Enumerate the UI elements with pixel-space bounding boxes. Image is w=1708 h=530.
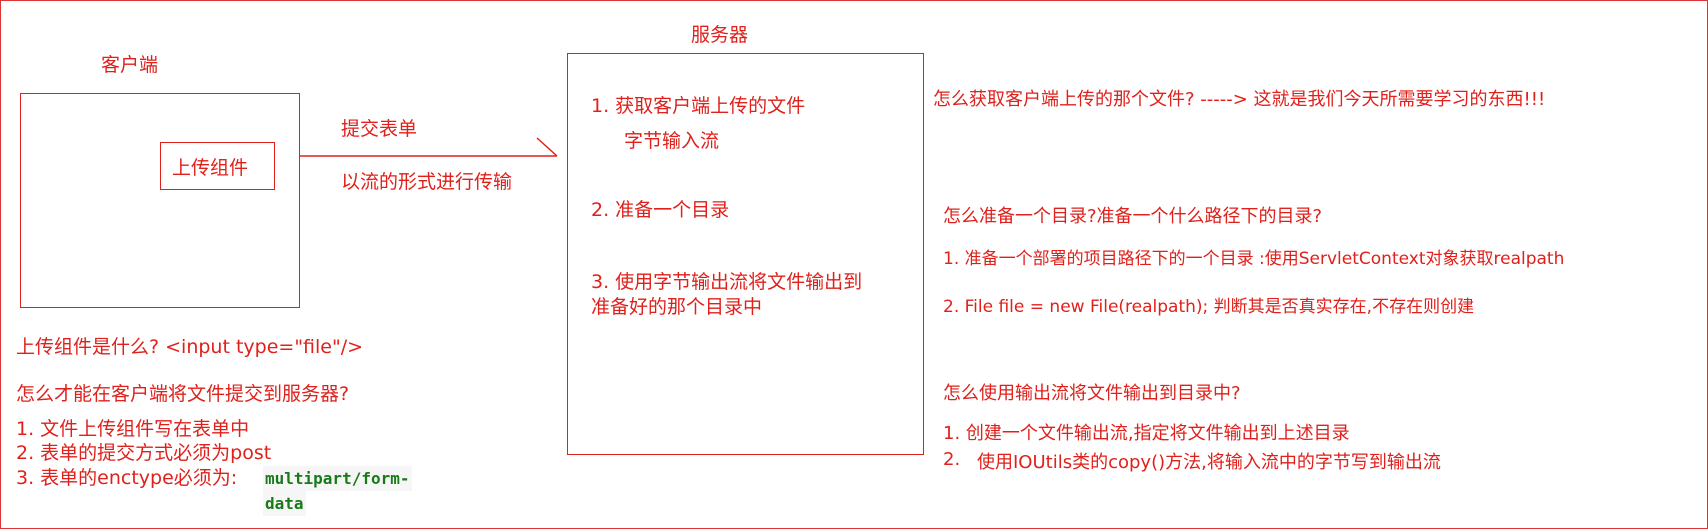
output-step-2-number: 2. xyxy=(943,449,961,470)
server-step3-line2: 准备好的那个目录中 xyxy=(591,296,763,318)
arrow-label-submit: 提交表单 xyxy=(341,118,418,140)
client-step-3: 3. 表单的enctype必须为: xyxy=(16,467,238,489)
output-step-2-text: 使用IOUtils类的copy()方法,将输入流中的字节写到输出流 xyxy=(977,452,1441,473)
client-step-2: 2. 表单的提交方式必须为post xyxy=(16,442,272,464)
server-step1-line1: 1. 获取客户端上传的文件 xyxy=(591,95,806,117)
server-title: 服务器 xyxy=(691,24,749,46)
enctype-code-line2: data xyxy=(263,491,306,516)
prepare-step-1: 1. 准备一个部署的项目路径下的一个目录 :使用ServletContext对象… xyxy=(943,249,1565,269)
arrow-head xyxy=(536,137,558,157)
enctype-code-line1: multipart/form- xyxy=(263,466,412,491)
how-output-question: 怎么使用输出流将文件输出到目录中? xyxy=(943,383,1241,404)
server-step1-line2: 字节输入流 xyxy=(624,130,720,152)
what-is-upload-question: 上传组件是什么? <input type="file"/> xyxy=(16,336,364,358)
how-get-file-note: 怎么获取客户端上传的那个文件? -----> 这就是我们今天所需要学习的东西!!… xyxy=(933,89,1546,110)
client-step-1: 1. 文件上传组件写在表单中 xyxy=(16,418,250,440)
how-prepare-dir-question: 怎么准备一个目录?准备一个什么路径下的目录? xyxy=(943,206,1323,227)
prepare-step-2: 2. File file = new File(realpath); 判断其是否… xyxy=(943,297,1475,317)
how-submit-question: 怎么才能在客户端将文件提交到服务器? xyxy=(16,383,350,405)
server-step3-line1: 3. 使用字节输出流将文件输出到 xyxy=(591,271,863,293)
server-step2: 2. 准备一个目录 xyxy=(591,199,730,221)
diagram-canvas: 客户端 上传组件 提交表单 以流的形式进行传输 服务器 1. 获取客户端上传的文… xyxy=(0,0,1708,529)
output-step-1: 1. 创建一个文件输出流,指定将文件输出到上述目录 xyxy=(943,423,1350,444)
arrow-label-stream: 以流的形式进行传输 xyxy=(341,171,513,193)
